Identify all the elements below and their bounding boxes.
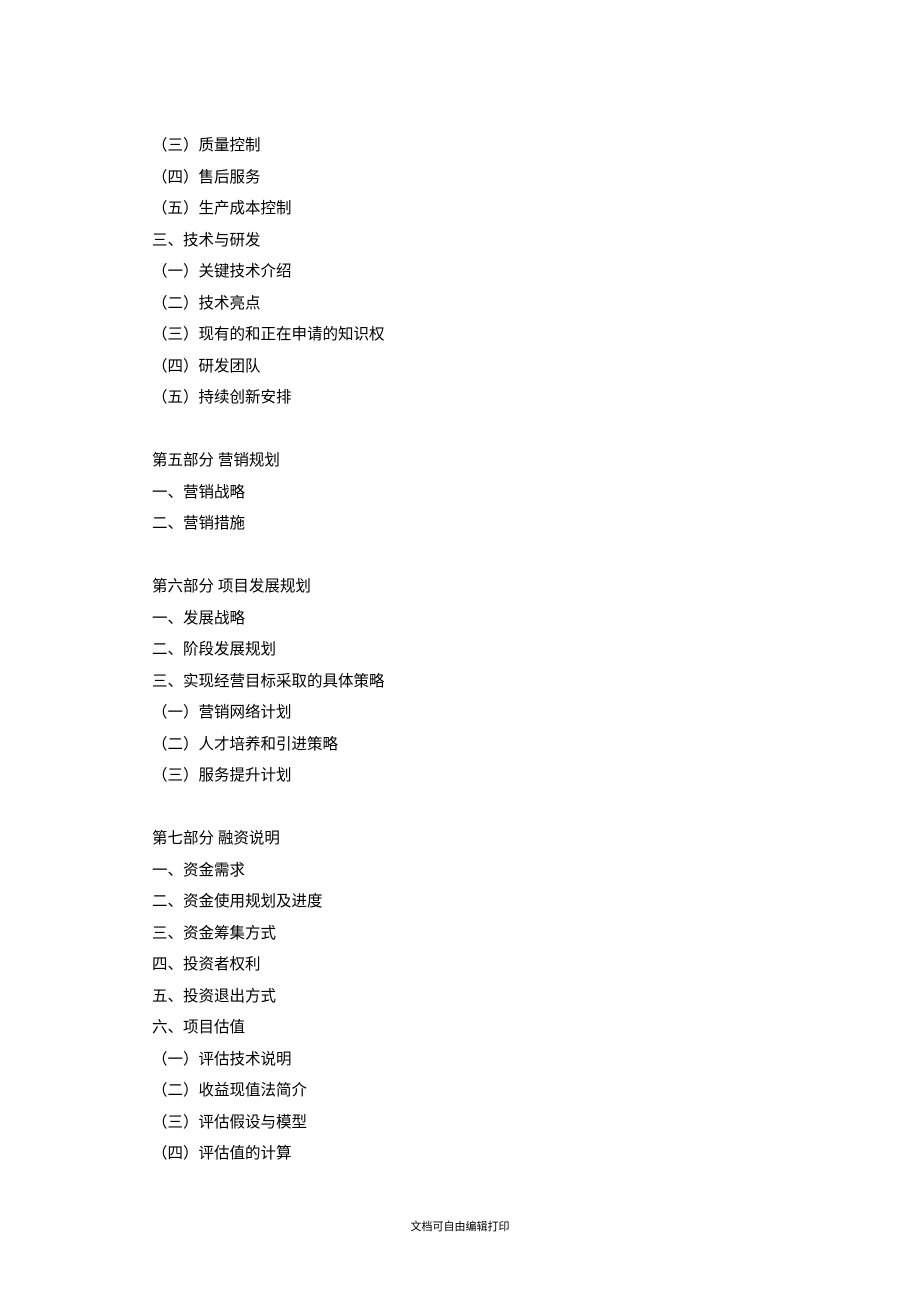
toc-line: 二、营销措施 (152, 508, 385, 540)
toc-line: （二）人才培养和引进策略 (152, 729, 385, 761)
toc-line: 二、资金使用规划及进度 (152, 886, 385, 918)
toc-line: 三、实现经营目标采取的具体策略 (152, 666, 385, 698)
toc-line: （三）服务提升计划 (152, 760, 385, 792)
toc-line: （一）关键技术介绍 (152, 256, 385, 288)
toc-line: 五、投资退出方式 (152, 981, 385, 1013)
toc-line: （五）持续创新安排 (152, 382, 385, 414)
toc-line: 六、项目估值 (152, 1012, 385, 1044)
toc-line: （二）技术亮点 (152, 288, 385, 320)
toc-line: （一）营销网络计划 (152, 697, 385, 729)
blank-line (152, 414, 385, 446)
toc-line: （四）评估值的计算 (152, 1138, 385, 1170)
toc-line: 一、营销战略 (152, 477, 385, 509)
toc-line: （二）收益现值法简介 (152, 1075, 385, 1107)
toc-section-heading: 第六部分 项目发展规划 (152, 571, 385, 603)
toc-line: 三、技术与研发 (152, 225, 385, 257)
blank-line (152, 540, 385, 572)
toc-line: 三、资金筹集方式 (152, 918, 385, 950)
toc-line: （五）生产成本控制 (152, 193, 385, 225)
toc-line: 二、阶段发展规划 (152, 634, 385, 666)
toc-line: （四）研发团队 (152, 351, 385, 383)
document-body: （三）质量控制 （四）售后服务 （五）生产成本控制 三、技术与研发 （一）关键技… (152, 130, 385, 1170)
blank-line (152, 792, 385, 824)
page-footer: 文档可自由编辑打印 (0, 1218, 920, 1234)
toc-line: （三）质量控制 (152, 130, 385, 162)
toc-section-heading: 第七部分 融资说明 (152, 823, 385, 855)
toc-line: （四）售后服务 (152, 162, 385, 194)
toc-section-heading: 第五部分 营销规划 (152, 445, 385, 477)
toc-line: （三）评估假设与模型 (152, 1107, 385, 1139)
toc-line: 四、投资者权利 (152, 949, 385, 981)
toc-line: （一）评估技术说明 (152, 1044, 385, 1076)
toc-line: （三）现有的和正在申请的知识权 (152, 319, 385, 351)
toc-line: 一、资金需求 (152, 855, 385, 887)
toc-line: 一、发展战略 (152, 603, 385, 635)
